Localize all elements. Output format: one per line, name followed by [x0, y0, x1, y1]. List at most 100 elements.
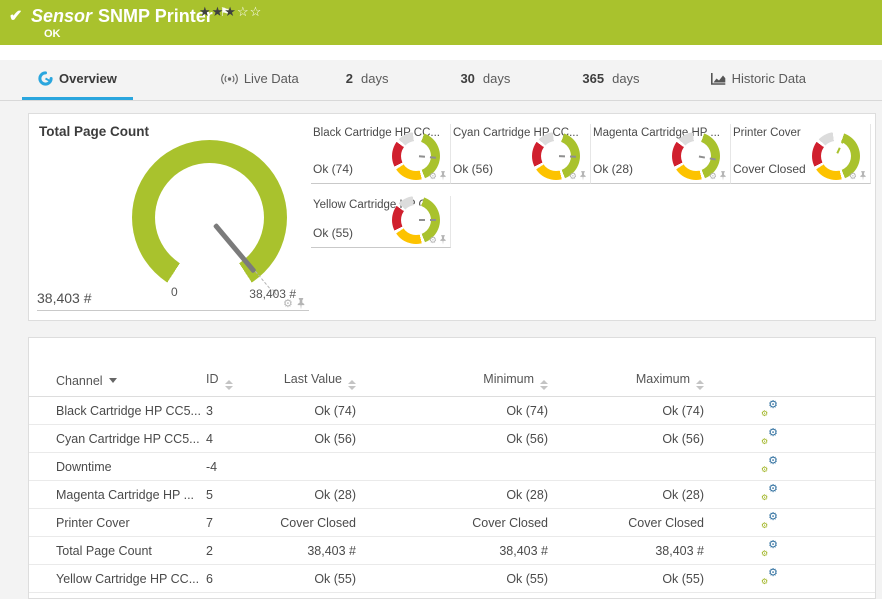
channel-name-link[interactable]: Black Cartridge HP CC5... — [56, 404, 201, 418]
table-row: Printer Cover 7 Cover Closed Cover Close… — [29, 509, 875, 537]
gauge-value: Cover Closed — [733, 162, 806, 176]
gear-icon[interactable]: ⚙ — [283, 299, 293, 310]
gauge-hole — [155, 163, 264, 272]
pin-icon[interactable] — [859, 171, 867, 181]
pin-icon[interactable] — [719, 171, 727, 181]
gauge-value: Ok (74) — [313, 162, 353, 176]
tab-bar: Overview Live Data 2 days 30 days 365 da… — [0, 60, 882, 101]
primary-gauge: x — [132, 140, 287, 295]
total-page-count-gauge-tile: Total Page Count x 38,403 # 0 38,403 # ⚙ — [29, 114, 311, 320]
mini-gauge-tile: Yellow Cartridge HP C... Ok (55) ⚙ — [311, 196, 451, 248]
ok-check-icon: ✔ — [9, 6, 22, 26]
sort-icon — [225, 380, 233, 390]
tab-30-days[interactable]: 30 days — [444, 60, 526, 100]
sort-icon — [540, 380, 548, 390]
channel-minimum: 38,403 # — [356, 537, 548, 565]
table-row: Downtime -4 ⚙⚙ — [29, 453, 875, 481]
gear-icon[interactable]: ⚙ — [569, 172, 577, 181]
channel-settings-gears-icon[interactable]: ⚙⚙ — [761, 402, 778, 417]
gauge-value: Ok (28) — [593, 162, 633, 176]
column-header-minimum[interactable]: Minimum — [356, 366, 548, 397]
channel-name-link[interactable]: Total Page Count — [56, 544, 152, 558]
tab-2-days[interactable]: 2 days — [330, 60, 405, 100]
channel-minimum: Cover Closed — [356, 509, 548, 537]
channel-last-value: Ok (28) — [269, 481, 356, 509]
channel-last-value: 38,403 # — [269, 537, 356, 565]
tab-365-days[interactable]: 365 days — [566, 60, 655, 100]
channel-id: -4 — [206, 453, 269, 481]
mini-gauge-tile: Magenta Cartridge HP ... Ok (28) ⚙ — [591, 124, 731, 184]
channel-settings-gears-icon[interactable]: ⚙⚙ — [761, 486, 778, 501]
gauge-current-value: 38,403 # — [37, 290, 92, 306]
mini-gauge-tile: Printer Cover Cover Closed ⚙ — [731, 124, 871, 184]
table-row: Black Cartridge HP CC5... 3 Ok (74) Ok (… — [29, 397, 875, 425]
sort-desc-icon — [109, 378, 117, 383]
column-header-last-value[interactable]: Last Value — [269, 366, 356, 397]
tab-overview[interactable]: Overview — [22, 60, 133, 100]
channel-name-link[interactable]: Magenta Cartridge HP ... — [56, 488, 194, 502]
channel-settings-gears-icon[interactable]: ⚙⚙ — [761, 514, 778, 529]
status-badge: OK — [44, 28, 61, 40]
live-data-icon — [221, 73, 238, 85]
channel-maximum — [548, 453, 704, 481]
channel-settings-gears-icon[interactable]: ⚙⚙ — [761, 542, 778, 557]
sensor-header: ✔ SensorSNMP Printer⚑ ★★★☆☆ OK — [0, 0, 882, 45]
gauge-value: Ok (55) — [313, 226, 353, 240]
channel-minimum: Ok (28) — [356, 481, 548, 509]
channel-id: 2 — [206, 537, 269, 565]
channel-settings-gears-icon[interactable]: ⚙⚙ — [761, 570, 778, 585]
tab-historic-data[interactable]: Historic Data — [694, 60, 822, 100]
channel-settings-gears-icon[interactable]: ⚙⚙ — [761, 430, 778, 445]
column-header-maximum[interactable]: Maximum — [548, 366, 704, 397]
channel-maximum: Ok (28) — [548, 481, 704, 509]
gear-icon[interactable]: ⚙ — [429, 236, 437, 245]
channel-last-value: Cover Closed — [269, 509, 356, 537]
column-header-id[interactable]: ID — [206, 366, 269, 397]
tile-hover-icons: ⚙ — [569, 171, 587, 181]
channel-maximum: Ok (56) — [548, 425, 704, 453]
gauge-title: Total Page Count — [39, 124, 149, 139]
channels-table: ChannelIDLast ValueMinimumMaximum Black … — [29, 366, 875, 593]
channel-maximum: Ok (55) — [548, 565, 704, 593]
channels-panel: ChannelIDLast ValueMinimumMaximum Black … — [28, 337, 876, 599]
pin-icon[interactable] — [296, 298, 306, 310]
priority-stars[interactable]: ★★★☆☆ — [199, 4, 262, 20]
channel-id: 7 — [206, 509, 269, 537]
table-body: Black Cartridge HP CC5... 3 Ok (74) Ok (… — [29, 397, 875, 593]
channel-minimum — [356, 453, 548, 481]
pin-icon[interactable] — [439, 171, 447, 181]
gauge-icon — [38, 71, 53, 86]
channel-id: 4 — [206, 425, 269, 453]
tab-live-data[interactable]: Live Data — [205, 60, 315, 100]
channel-name-link[interactable]: Cyan Cartridge HP CC5... — [56, 432, 200, 446]
page-title: SNMP Printer — [98, 6, 213, 26]
table-row: Yellow Cartridge HP CC... 6 Ok (55) Ok (… — [29, 565, 875, 593]
channel-name-link[interactable]: Yellow Cartridge HP CC... — [56, 572, 199, 586]
prtg-sensor-page: ✔ SensorSNMP Printer⚑ ★★★☆☆ OK Overview … — [0, 0, 882, 586]
channel-settings-gears-icon[interactable]: ⚙⚙ — [761, 458, 778, 473]
historic-data-icon — [710, 72, 726, 85]
column-header-channel[interactable]: Channel — [29, 366, 206, 397]
pin-icon[interactable] — [579, 171, 587, 181]
gear-icon[interactable]: ⚙ — [429, 172, 437, 181]
channel-last-value: Ok (55) — [269, 565, 356, 593]
tab-log[interactable]: Log — [866, 60, 882, 100]
mini-gauge-grid: Black Cartridge HP CC... Ok (74) ⚙ Cyan … — [311, 124, 871, 248]
stars-filled: ★★★ — [199, 4, 237, 19]
channel-name-link[interactable]: Printer Cover — [56, 516, 130, 530]
table-row: Cyan Cartridge HP CC5... 4 Ok (56) Ok (5… — [29, 425, 875, 453]
channel-name-link[interactable]: Downtime — [56, 460, 112, 474]
tile-hover-icons: ⚙ — [283, 298, 306, 310]
header-spacer — [0, 45, 882, 60]
mini-gauge-tile: Cyan Cartridge HP CC... Ok (56) ⚙ — [451, 124, 591, 184]
pin-icon[interactable] — [439, 235, 447, 245]
gauges-panel: Total Page Count x 38,403 # 0 38,403 # ⚙… — [28, 113, 876, 321]
channel-maximum: Ok (74) — [548, 397, 704, 425]
gear-icon[interactable]: ⚙ — [709, 172, 717, 181]
gear-icon[interactable]: ⚙ — [849, 172, 857, 181]
tile-underline — [37, 310, 309, 311]
column-header-edit — [704, 366, 875, 397]
sort-icon — [696, 380, 704, 390]
gauge-hole — [821, 141, 851, 171]
channels-table-wrap: ChannelIDLast ValueMinimumMaximum Black … — [29, 338, 875, 593]
